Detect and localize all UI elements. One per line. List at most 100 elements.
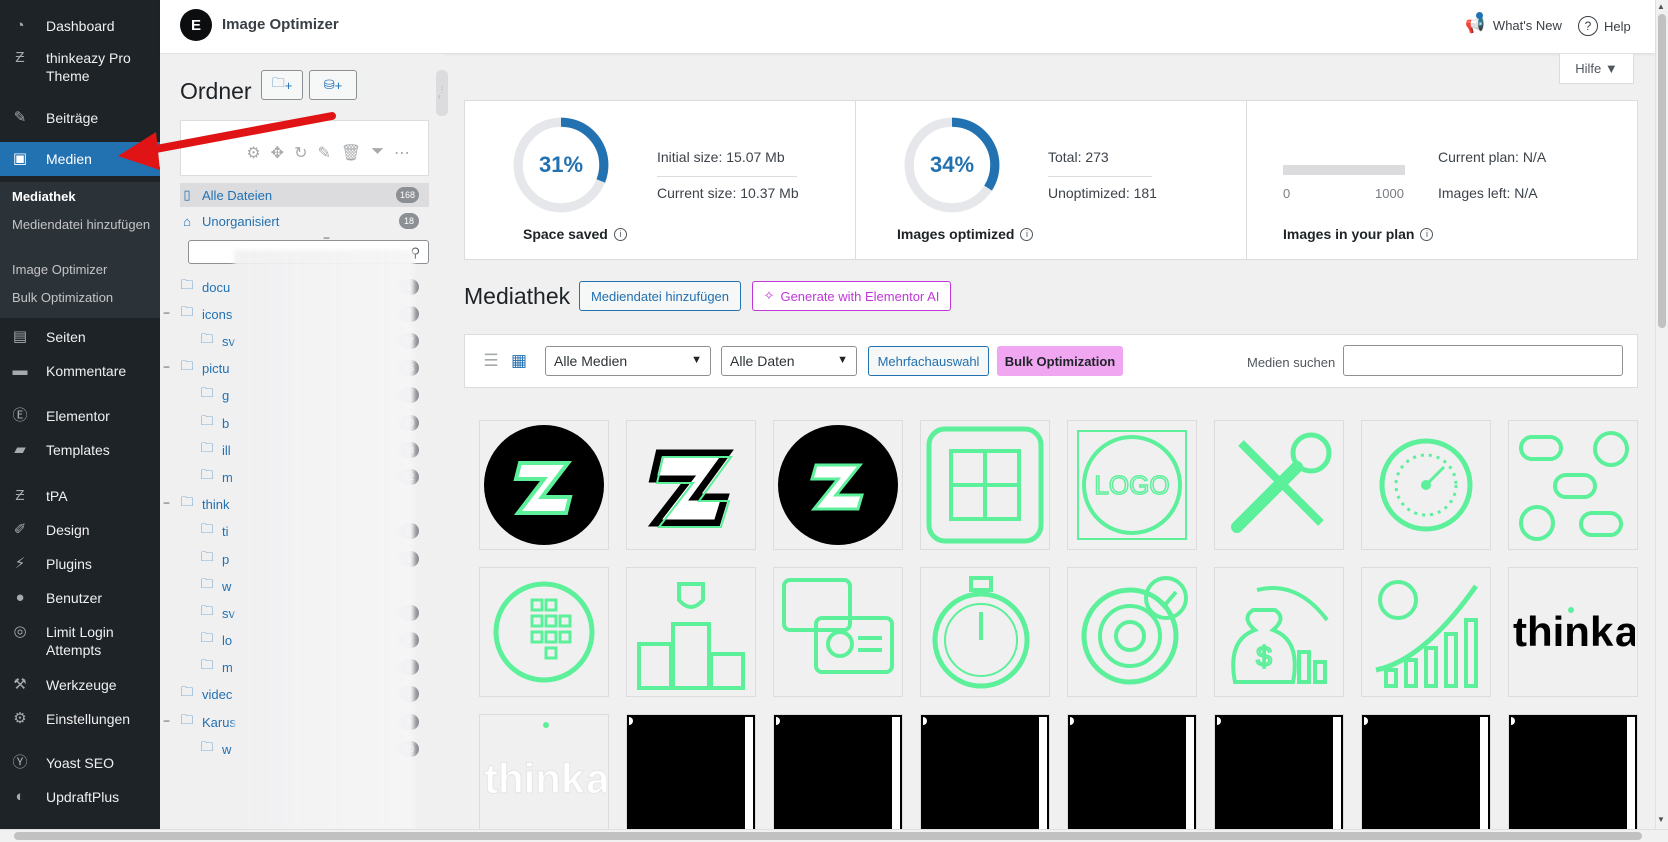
sidebar-item-limit-login[interactable]: ◎ Limit Login Attempts — [0, 623, 160, 659]
media-thumbnail[interactable] — [773, 567, 903, 697]
collapse-toggle[interactable]: − — [163, 360, 170, 374]
media-search-input[interactable] — [1343, 345, 1623, 376]
scroll-down-icon[interactable]: ▼ — [1657, 815, 1665, 824]
media-thumbnail[interactable] — [1361, 567, 1491, 697]
sort-icon[interactable]: ⏷ — [371, 143, 384, 163]
sparkle-icon: ✧ — [763, 288, 775, 303]
sidebar-item-templates[interactable]: ▰ Templates — [0, 441, 160, 459]
collapse-toggle[interactable]: − — [163, 714, 170, 728]
svg-text:LOGO: LOGO — [1094, 470, 1169, 500]
horizontal-scrollbar[interactable] — [0, 829, 1668, 842]
scroll-thumb[interactable] — [14, 832, 1642, 840]
scroll-up-icon[interactable]: ▲ — [1657, 2, 1665, 11]
media-thumbnail[interactable] — [626, 420, 756, 550]
yoast-icon: Ⓨ — [12, 754, 28, 771]
folder-all-files[interactable]: ▯ Alle Dateien 168 — [180, 183, 429, 207]
submenu-mediathek[interactable]: Mediathek — [12, 188, 152, 205]
gear-icon[interactable]: ⚙ — [246, 143, 260, 163]
panel-resize-handle[interactable]: ⋮ ‹ — [436, 70, 448, 116]
sidebar-item-label: Einstellungen — [46, 711, 131, 727]
sidebar-item-posts[interactable]: ✎ Beiträge — [0, 109, 160, 127]
media-thumbnail[interactable] — [479, 420, 609, 550]
folder-icon: 🗀 — [200, 440, 214, 455]
plugin-header: E Image Optimizer 📢 What's New ? Help — [160, 0, 1655, 54]
sidebar-item-users[interactable]: ● Benutzer — [0, 589, 160, 607]
stat-space-saved: 31% Space saved i Initial size: 15.07 Mb … — [465, 101, 856, 259]
sidebar-item-tpa[interactable]: Ƶ tPA — [0, 487, 160, 505]
collapse-toggle[interactable]: − — [163, 306, 170, 320]
media-thumbnail[interactable] — [1067, 567, 1197, 697]
vertical-scrollbar[interactable]: ▲ ▼ — [1655, 0, 1668, 829]
media-thumbnail[interactable]: think a — [479, 714, 609, 842]
new-folder-button[interactable]: 🗀 + — [261, 70, 303, 100]
stat-images-optimized: 34% Images optimized i Total: 273 Unoptim… — [856, 101, 1247, 259]
sidebar-item-settings[interactable]: ⚙ Einstellungen — [0, 710, 160, 728]
folder-panel: Ordner 🗀 + ⛁ + ⚙ ✥ ↻ ✎ 🗑 ⏷ ⋯ ▯ Alle Dateie… — [160, 54, 444, 834]
submenu-image-optimizer[interactable]: Image Optimizer — [12, 261, 152, 278]
sidebar-item-media[interactable]: ▣ Medien — [0, 142, 160, 176]
sidebar-item-tools[interactable]: ⚒ Werkzeuge — [0, 676, 160, 694]
media-thumbnail[interactable]: LOGO — [1067, 420, 1197, 550]
sidebar-item-label: Plugins — [46, 556, 92, 572]
media-thumbnail[interactable]: $ — [1214, 567, 1344, 697]
date-select[interactable]: Alle Daten ▼ — [721, 346, 857, 376]
sidebar-item-pages[interactable]: ▤ Seiten — [0, 328, 160, 346]
media-thumbnail[interactable]: think a — [1508, 567, 1638, 697]
bulk-optimization-button[interactable]: Bulk Optimization — [997, 346, 1123, 376]
hilfe-dropdown[interactable]: Hilfe ▼ — [1559, 54, 1634, 84]
media-thumbnail[interactable] — [773, 714, 903, 842]
sidebar-item-plugins[interactable]: ⚡ Plugins — [0, 555, 160, 573]
media-thumbnail[interactable] — [479, 567, 609, 697]
plan-caption: Images in your plan i — [1283, 226, 1434, 242]
media-thumbnail[interactable] — [626, 567, 756, 697]
info-icon[interactable]: i — [613, 227, 627, 241]
submenu-bulk-optimization[interactable]: Bulk Optimization — [12, 289, 152, 306]
more-icon[interactable]: ⋯ — [394, 143, 410, 163]
sidebar-item-elementor[interactable]: Ⓔ Elementor — [0, 407, 160, 425]
sidebar-item-comments[interactable]: ▬ Kommentare — [0, 362, 160, 380]
collapse-toggle[interactable]: − — [163, 496, 170, 510]
media-thumbnail[interactable] — [1361, 714, 1491, 842]
sidebar-item-updraftplus[interactable]: ◐ UpdraftPlus — [0, 788, 160, 806]
search-label: Medien suchen — [1247, 355, 1336, 370]
media-thumbnail[interactable] — [1214, 714, 1344, 842]
media-type-select[interactable]: Alle Medien ▼ — [545, 346, 711, 376]
refresh-icon[interactable]: ↻ — [294, 143, 307, 163]
media-thumbnail[interactable] — [626, 714, 756, 842]
media-thumbnail[interactable] — [1508, 714, 1638, 842]
bulk-select-button[interactable]: Mehrfachauswahl — [868, 346, 989, 376]
generate-ai-button[interactable]: ✧ Generate with Elementor AI — [752, 281, 951, 311]
media-thumbnail[interactable] — [920, 420, 1050, 550]
media-thumbnail[interactable] — [1361, 420, 1491, 550]
submenu-add-media[interactable]: Mediendatei hinzufügen — [12, 216, 152, 233]
media-thumbnail[interactable] — [1508, 420, 1638, 550]
media-thumbnail[interactable] — [1214, 420, 1344, 550]
folder-icon: 🗀 — [180, 494, 194, 509]
add-media-button[interactable]: Mediendatei hinzufügen — [579, 281, 741, 311]
scroll-thumb[interactable] — [1658, 14, 1666, 328]
sidebar-item-dashboard[interactable]: ◔ Dashboard — [0, 17, 160, 35]
whats-new-button[interactable]: 📢 What's New — [1465, 12, 1562, 35]
trash-icon[interactable]: 🗑 — [341, 143, 361, 163]
workflow-icon — [1519, 431, 1629, 541]
media-thumbnail[interactable] — [920, 567, 1050, 697]
sidebar-item-yoast[interactable]: Ⓨ Yoast SEO — [0, 754, 160, 772]
folder-label: p — [222, 551, 230, 567]
media-thumbnail[interactable] — [773, 420, 903, 550]
unoptimized-images: Unoptimized: 181 — [1048, 185, 1157, 201]
media-thumbnail[interactable] — [1067, 714, 1197, 842]
sidebar-item-label: Seiten — [46, 329, 86, 345]
help-button[interactable]: ? Help — [1578, 16, 1631, 36]
info-icon[interactable]: i — [1420, 227, 1434, 241]
folder-unorganized[interactable]: ⌂ Unorganisiert 18 — [180, 209, 429, 233]
new-subfolder-button[interactable]: ⛁ + — [309, 70, 357, 100]
blurred-area — [234, 250, 414, 834]
list-view-icon[interactable]: ☰ — [481, 351, 501, 371]
sidebar-item-theme[interactable]: Ƶ thinkeazy Pro Theme — [0, 49, 160, 85]
edit-icon[interactable]: ✎ — [317, 143, 330, 163]
sidebar-item-design[interactable]: ✐ Design — [0, 521, 160, 539]
media-thumbnail[interactable] — [920, 714, 1050, 842]
grid-view-icon[interactable]: ▦ — [509, 351, 529, 371]
info-icon[interactable]: i — [1020, 227, 1034, 241]
move-icon[interactable]: ✥ — [271, 143, 284, 163]
